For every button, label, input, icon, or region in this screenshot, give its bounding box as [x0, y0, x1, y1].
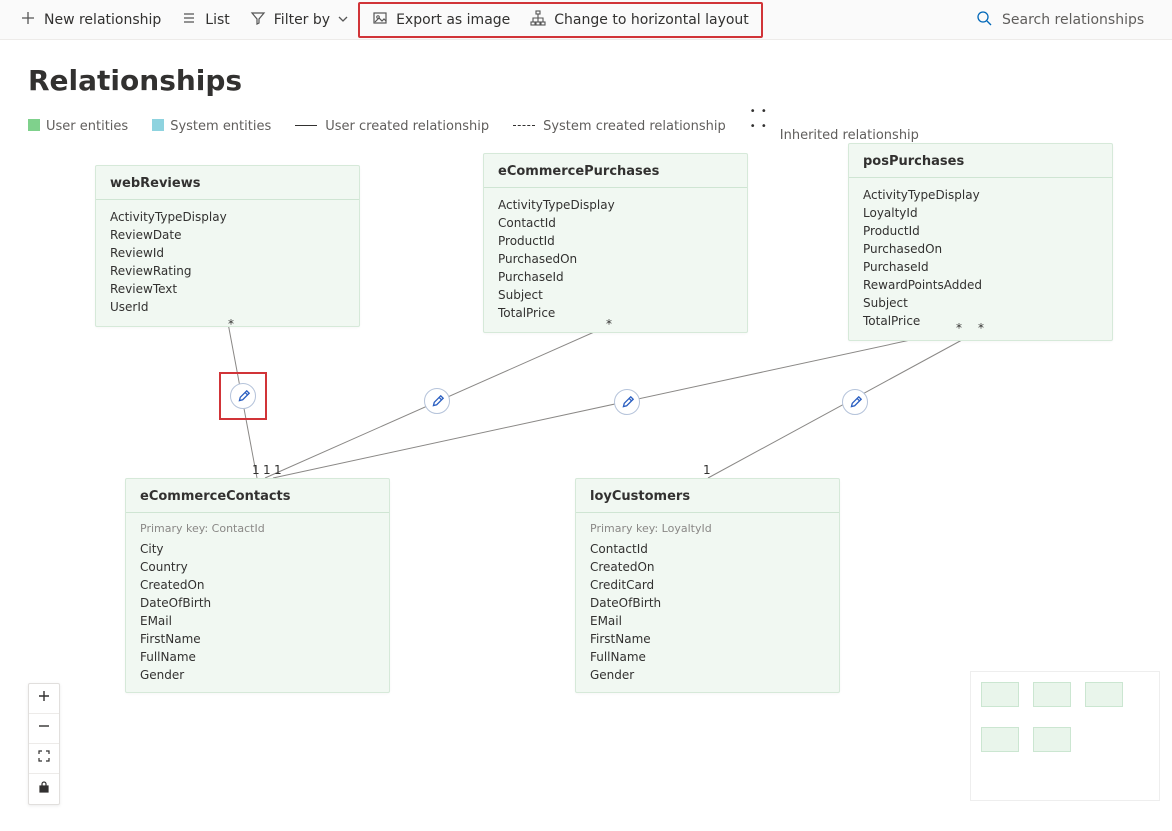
image-icon — [372, 10, 388, 30]
zoom-controls — [28, 683, 60, 805]
entity-fields: ActivityTypeDisplay LoyaltyId ProductId … — [849, 178, 1112, 340]
entity-fields: Primary key: LoyaltyId ContactId Created… — [576, 513, 839, 681]
minimap-node — [1085, 682, 1123, 707]
entity-fields: ActivityTypeDisplay ContactId ProductId … — [484, 188, 747, 332]
edit-relationship-button[interactable] — [424, 388, 450, 414]
hierarchy-icon — [530, 10, 546, 30]
legend: User entities System entities User creat… — [28, 109, 1172, 143]
page-title: Relationships — [28, 64, 1172, 97]
entity-loycustomers[interactable]: loyCustomers Primary key: LoyaltyId Cont… — [575, 478, 840, 693]
filter-by-button[interactable]: Filter by — [240, 4, 358, 36]
list-button[interactable]: List — [171, 4, 239, 36]
entity-title: posPurchases — [849, 144, 1112, 178]
cardinality-one: 1 — [263, 463, 271, 477]
new-relationship-button[interactable]: New relationship — [10, 4, 171, 36]
new-relationship-label: New relationship — [44, 12, 161, 28]
cardinality-many: * — [956, 321, 962, 335]
search-input[interactable] — [1000, 11, 1150, 29]
minimap-node — [981, 682, 1019, 707]
change-layout-button[interactable]: Change to horizontal layout — [520, 4, 759, 36]
entity-title: loyCustomers — [576, 479, 839, 513]
minimap[interactable] — [970, 671, 1160, 801]
export-as-image-label: Export as image — [396, 12, 510, 28]
export-as-image-button[interactable]: Export as image — [362, 4, 520, 36]
minimap-node — [981, 727, 1019, 752]
search-relationships[interactable] — [968, 4, 1162, 36]
edit-relationship-button[interactable] — [842, 389, 868, 415]
lock-button[interactable] — [29, 774, 59, 804]
change-layout-label: Change to horizontal layout — [554, 12, 749, 28]
chevron-down-icon — [338, 12, 348, 28]
legend-user-relationship: User created relationship — [295, 119, 489, 134]
edit-relationship-button[interactable] — [614, 389, 640, 415]
highlighted-toolbar-group: Export as image Change to horizontal lay… — [358, 2, 763, 38]
expand-icon — [37, 749, 51, 768]
entity-title: eCommercePurchases — [484, 154, 747, 188]
entity-ecommercepurchases[interactable]: eCommercePurchases ActivityTypeDisplay C… — [483, 153, 748, 333]
filter-by-label: Filter by — [274, 12, 330, 28]
minimap-node — [1033, 682, 1071, 707]
entity-fields: Primary key: ContactId City Country Crea… — [126, 513, 389, 681]
zoom-in-button[interactable] — [29, 684, 59, 714]
edit-relationship-button[interactable] — [230, 383, 256, 409]
entity-pospurchases[interactable]: posPurchases ActivityTypeDisplay Loyalty… — [848, 143, 1113, 341]
entity-fields: ActivityTypeDisplay ReviewDate ReviewId … — [96, 200, 359, 326]
minus-icon — [37, 719, 51, 738]
cardinality-one: 1 — [703, 463, 711, 477]
cardinality-many: * — [606, 317, 612, 331]
legend-system-relationship: System created relationship — [513, 119, 726, 134]
plus-icon — [37, 689, 51, 708]
filter-icon — [250, 10, 266, 30]
list-label: List — [205, 12, 229, 28]
entity-title: eCommerceContacts — [126, 479, 389, 513]
minimap-node — [1033, 727, 1071, 752]
list-icon — [181, 10, 197, 30]
cardinality-many: * — [228, 317, 234, 331]
entity-ecommercecontacts[interactable]: eCommerceContacts Primary key: ContactId… — [125, 478, 390, 693]
lock-icon — [37, 780, 51, 799]
cardinality-many: * — [978, 321, 984, 335]
toolbar: New relationship List Filter by Export a… — [0, 0, 1172, 40]
legend-system-entities: System entities — [152, 119, 271, 134]
entity-webreviews[interactable]: webReviews ActivityTypeDisplay ReviewDat… — [95, 165, 360, 327]
cardinality-one: 1 — [252, 463, 260, 477]
search-icon — [976, 10, 992, 30]
entity-title: webReviews — [96, 166, 359, 200]
diagram-canvas[interactable]: * * * * 1 1 1 1 webReviews ActivityTypeD… — [0, 143, 1172, 813]
legend-inherited-relationship: Inherited relationship — [750, 109, 919, 143]
legend-user-entities: User entities — [28, 119, 128, 134]
zoom-out-button[interactable] — [29, 714, 59, 744]
plus-icon — [20, 10, 36, 30]
fit-to-screen-button[interactable] — [29, 744, 59, 774]
cardinality-one: 1 — [274, 463, 282, 477]
